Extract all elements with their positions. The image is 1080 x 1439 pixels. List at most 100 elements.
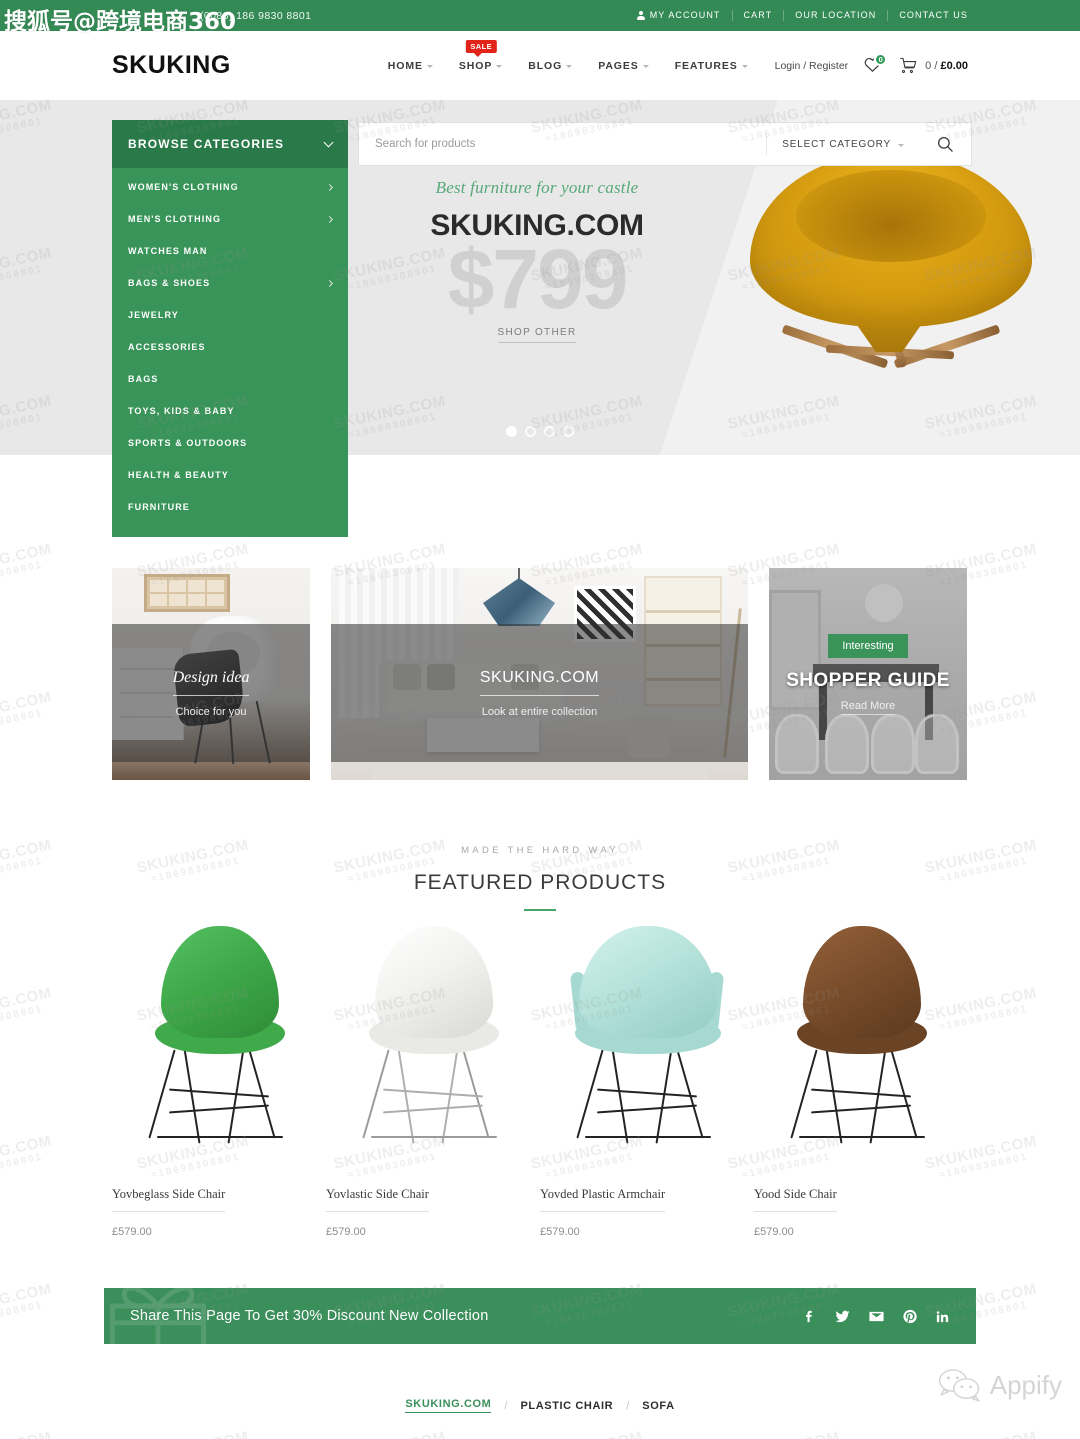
chevron-down-icon [741,65,748,68]
category-label: JEWELRY [128,310,179,320]
chevron-down-icon [323,137,334,147]
topbar-link-my-account[interactable]: MY ACCOUNT [626,10,733,21]
search-submit-button[interactable] [919,123,971,165]
promo-title: SKUKING.COM [479,669,600,696]
nav-item-home[interactable]: HOME [388,60,433,72]
promo-tag: Interesting [828,633,908,658]
search-input[interactable] [359,123,767,165]
product-card[interactable]: Yovlastic Side Chair £579.00 [326,920,540,1238]
email-icon[interactable] [868,1308,885,1325]
category-item-bags[interactable]: BAGS [112,363,348,395]
browse-categories-title: BROWSE CATEGORIES [128,137,285,151]
promo-subtitle: Look at entire collection [481,705,598,718]
topbar-link-contact-us[interactable]: CONTACT US [888,10,968,21]
category-item-bags-and-shoes[interactable]: BAGS & SHOES [112,267,348,299]
share-icon-list [802,1308,950,1325]
facebook-icon[interactable] [802,1308,817,1325]
login-register-link[interactable]: Login / Register [775,60,849,72]
product-card[interactable]: Yood Side Chair £579.00 [754,920,968,1238]
wishlist-button[interactable]: 0 [863,53,888,76]
nav-item-pages[interactable]: PAGES [598,60,649,72]
watermark-tile: SKUKING.COM≈18698308801 [0,688,54,738]
promo-card-shopper-guide[interactable]: Interesting SHOPPER GUIDE Read More [769,568,967,780]
category-label: SPORTS & OUTDOORS [128,438,248,448]
select-category-dropdown[interactable]: SELECT CATEGORY [766,133,919,155]
product-price: £579.00 [326,1226,366,1238]
search-icon [937,136,953,152]
category-item-sports-outdoors[interactable]: SPORTS & OUTDOORS [112,427,348,459]
product-card[interactable]: Yovbeglass Side Chair £579.00 [112,920,326,1238]
site-logo[interactable]: SKUKING [112,51,231,80]
category-item-womens-clothing[interactable]: WOMEN'S CLOTHING [112,171,348,203]
watermark-tile: SKUKING.COM≈18698308801 [0,1428,56,1439]
promo-cards: Design idea Choice for you SKUKING.COM L… [112,568,968,780]
featured-products-grid: Yovbeglass Side Chair £579.00 Yovlastic … [112,920,968,1238]
product-name[interactable]: Yovbeglass Side Chair [112,1187,226,1212]
watermark-tile: SKUKING.COM≈18698308801 [0,1132,54,1182]
chevron-right-icon [325,279,334,287]
carousel-dot-1[interactable] [506,426,517,437]
hero-price: $799 [447,232,629,326]
cart-icon [900,57,917,74]
site-header: SKUKING HOME SALE SHOP BLOG PAGES FEATUR… [0,31,1080,100]
product-name[interactable]: Yovlastic Side Chair [326,1187,429,1212]
pinterest-icon[interactable] [902,1308,918,1325]
nav-item-blog[interactable]: BLOG [528,59,573,72]
carousel-dot-2[interactable] [525,426,536,437]
topbar-link-our-location[interactable]: OUR LOCATION [784,10,889,21]
product-name[interactable]: Yovded Plastic Armchair [540,1187,666,1212]
appify-watermark: Appify [937,1368,1062,1402]
promo-read-more-link[interactable]: Read More [840,700,896,715]
product-card[interactable]: Yovded Plastic Armchair £579.00 [540,920,754,1238]
cart-summary: 0 / £0.00 [925,60,968,72]
top-links: MY ACCOUNT CART OUR LOCATION CONTACT US [626,0,968,31]
share-text: Share This Page To Get 30% Discount New … [130,1308,489,1324]
twitter-icon[interactable] [834,1308,851,1325]
sale-badge: SALE [465,39,498,57]
carousel-dot-3[interactable] [544,426,555,437]
product-price: £579.00 [112,1226,152,1238]
product-image [326,920,540,1185]
watermark-tile: SKUKING.COM≈18698308801 [0,540,54,590]
nav-label: FEATURES [674,59,738,72]
nav-label: BLOG [528,59,563,72]
promo-overlay-1: Design idea Choice for you [112,624,310,762]
promo-card-design-idea[interactable]: Design idea Choice for you [112,568,310,780]
footer-separator: / [504,1399,508,1412]
cart-button[interactable]: 0 / £0.00 [899,56,968,75]
category-label: WOMEN'S CLOTHING [128,182,239,192]
footer-link-plastic-chair[interactable]: PLASTIC CHAIR [520,1400,613,1412]
nav-label: SHOP [458,59,493,72]
cart-total: £0.00 [940,59,968,72]
category-item-health-beauty[interactable]: HEALTH & BEAUTY [112,459,348,491]
category-item-furniture[interactable]: FURNITURE [112,491,348,523]
footer-link-sofa[interactable]: SOFA [642,1400,674,1412]
header-actions: Login / Register 0 0 / £0.00 [775,53,968,76]
category-item-jewelry[interactable]: JEWELRY [112,299,348,331]
category-label: WATCHES MAN [128,246,208,256]
watermark-tile: SKUKING.COM≈18698308801 [135,1428,252,1439]
cart-separator: / [934,59,938,72]
share-banner: Share This Page To Get 30% Discount New … [104,1288,976,1344]
promo-card-collection[interactable]: SKUKING.COM Look at entire collection [331,568,748,780]
nav-item-features[interactable]: FEATURES [675,60,748,72]
topbar-link-cart[interactable]: CART [733,10,785,21]
category-item-watches-man[interactable]: WATCHES MAN [112,235,348,267]
footer-link-skuking[interactable]: SKUKING.COM [405,1398,492,1413]
category-item-accessories[interactable]: ACCESSORIES [112,331,348,363]
category-item-mens-clothing[interactable]: MEN'S CLOTHING [112,203,348,235]
product-name[interactable]: Yood Side Chair [754,1187,837,1212]
hero-chair-image [742,152,1042,412]
nav-item-shop[interactable]: SALE SHOP [458,39,503,72]
chevron-down-icon [642,65,649,68]
carousel-dot-4[interactable] [563,426,574,437]
chevron-down-icon [566,65,573,68]
hero-text-block: Best furniture for your castle SKUKING.C… [387,178,687,343]
product-image [754,920,968,1185]
hero-shop-other-button[interactable]: SHOP OTHER [497,327,577,343]
linkedin-icon[interactable] [935,1308,950,1325]
category-item-toys-kids-baby[interactable]: TOYS, KIDS & BABY [112,395,348,427]
watermark-tile: SKUKING.COM≈18698308801 [529,1428,646,1439]
footer-separator: / [626,1399,630,1412]
browse-categories-header[interactable]: BROWSE CATEGORIES [112,120,348,168]
